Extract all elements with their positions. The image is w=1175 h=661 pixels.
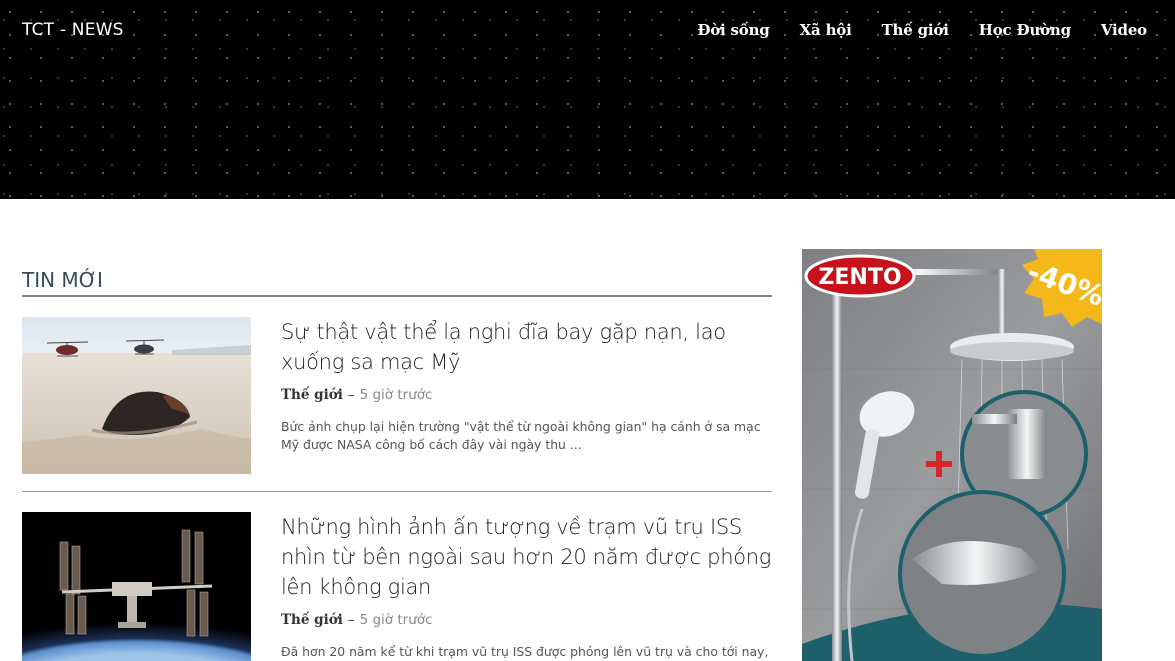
nav-item-doi-song[interactable]: Đời sống (697, 21, 769, 39)
article-divider (22, 491, 772, 492)
article-meta: Thế giới –5 giờ trước (281, 612, 432, 628)
article-title[interactable]: Sự thật vật thể lạ nghi đĩa bay gặp nạn,… (281, 317, 776, 377)
sidebar-ad-banner[interactable]: ZENTO -40% (802, 249, 1102, 661)
article-category[interactable]: Thế giới (281, 387, 343, 403)
article-thumbnail[interactable] (22, 512, 251, 661)
article-description: Bức ảnh chụp lại hiện trường "vật thể từ… (281, 419, 761, 452)
ad-brand: ZENTO (818, 265, 901, 290)
site-logo[interactable]: TCT - NEWS (22, 20, 124, 40)
main-nav: Đời sống Xã hội Thế giới Học Đường Video (667, 21, 1147, 39)
article-description: Đã hơn 20 năm kể từ khi trạm vũ trụ ISS … (281, 644, 769, 659)
article-item: Những hình ảnh ấn tượng về trạm vũ trụ I… (22, 512, 772, 661)
site-header: TCT - NEWS Đời sống Xã hội Thế giới Học … (0, 0, 1175, 199)
section-title: TIN MỚI (22, 268, 103, 292)
nav-item-the-gioi[interactable]: Thế giới (882, 21, 949, 39)
nav-item-xa-hoi[interactable]: Xã hội (800, 21, 852, 39)
meta-separator: – (347, 612, 355, 628)
meta-separator: – (347, 387, 355, 403)
article-title[interactable]: Những hình ảnh ấn tượng về trạm vũ trụ I… (281, 512, 776, 602)
article-time: 5 giờ trước (359, 387, 433, 403)
section-divider (22, 295, 772, 297)
article-time: 5 giờ trước (359, 612, 433, 628)
article-thumbnail[interactable] (22, 317, 251, 474)
nav-item-hoc-duong[interactable]: Học Đường (979, 21, 1071, 39)
article-meta: Thế giới –5 giờ trước (281, 387, 432, 403)
article-category[interactable]: Thế giới (281, 612, 343, 628)
nav-item-video[interactable]: Video (1101, 21, 1147, 39)
article-item: Sự thật vật thể lạ nghi đĩa bay gặp nạn,… (22, 317, 772, 487)
